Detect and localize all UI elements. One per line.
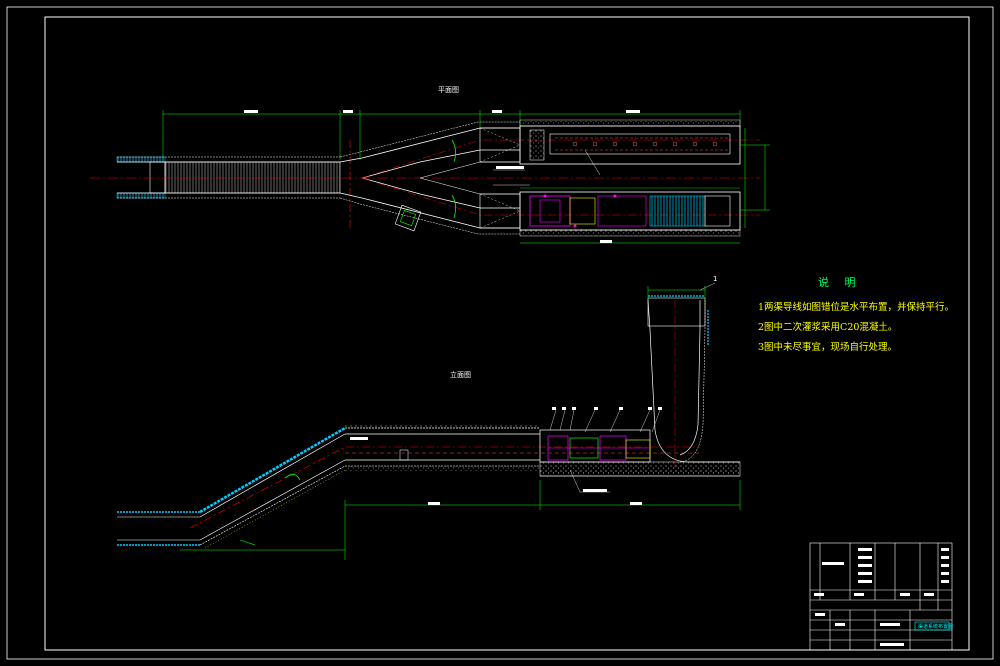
elevation-view [117, 282, 741, 560]
elevation-view-label: 立面图 [450, 370, 471, 379]
title-block [809, 542, 953, 651]
cad-drawing-sheet: 平面图 立面图 1 渠道系统布置图 说 明 1两渠导线如图错位是水平布置，并保持… [0, 0, 1000, 666]
design-notes: 说 明 1两渠导线如图错位是水平布置，并保持平行。 2图中二次灌浆采用C20混凝… [758, 274, 978, 358]
title-block-drawing-title: 渠道系统布置图 [918, 623, 953, 630]
notes-title: 说 明 [818, 276, 862, 289]
callout-number: 1 [713, 275, 717, 283]
plan-view [90, 110, 770, 244]
title-block-cells [814, 548, 949, 646]
note-item-3: 3图中未尽事宜，现场自行处理。 [758, 342, 898, 353]
plan-view-label: 平面图 [438, 86, 459, 94]
note-item-2: 2图中二次灌浆采用C20混凝土。 [758, 322, 898, 333]
note-item-1: 1两渠导线如图错位是水平布置，并保持平行。 [758, 302, 955, 313]
